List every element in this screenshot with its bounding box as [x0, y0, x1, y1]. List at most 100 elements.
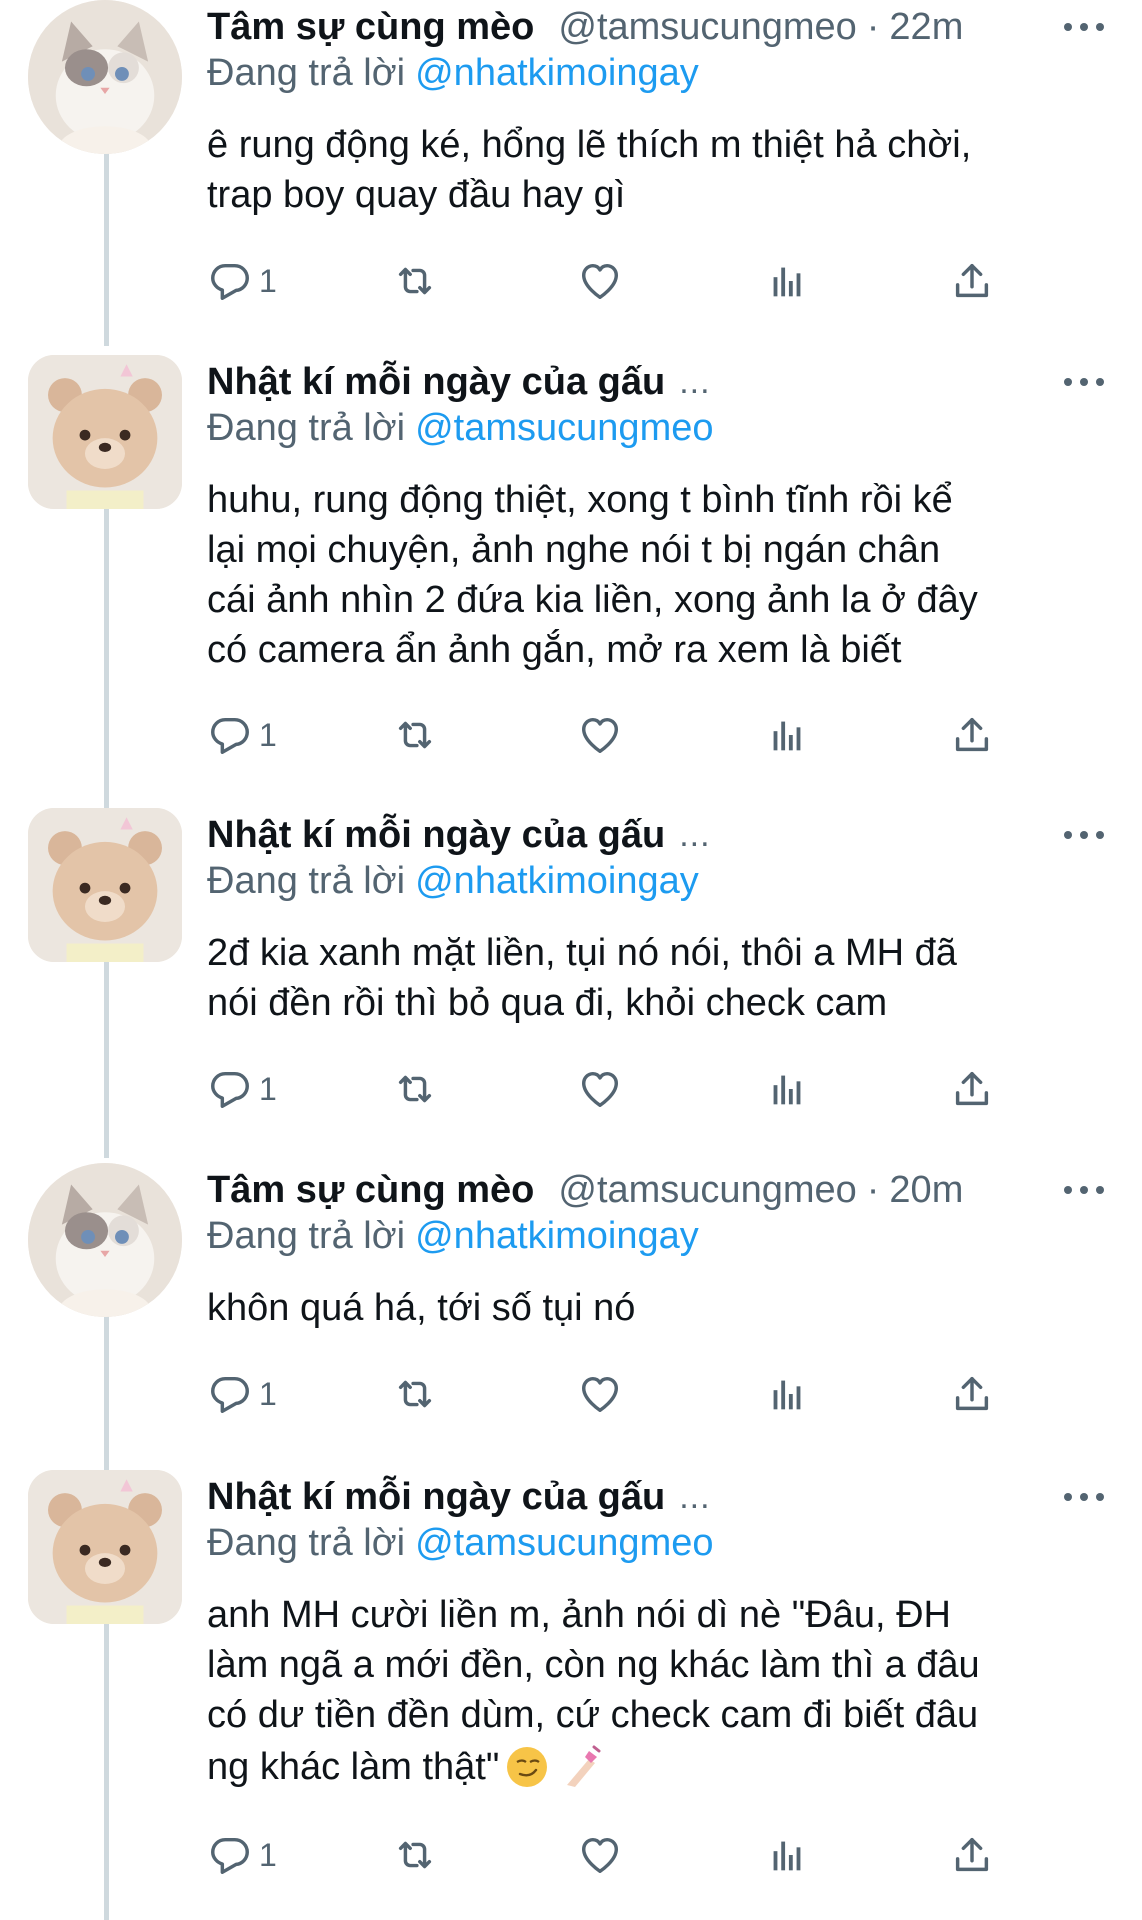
tweet-text-last-line: ng khác làm thật" — [207, 1740, 1107, 1794]
reply-icon — [207, 712, 253, 758]
views-button[interactable] — [764, 710, 810, 760]
more-options-button[interactable] — [1064, 1177, 1104, 1203]
tweet-text-line: ê rung động ké, hổng lẽ thích m thiệt hả… — [207, 124, 972, 166]
avatar[interactable] — [28, 355, 182, 509]
views-button[interactable] — [764, 1369, 810, 1419]
reply-button[interactable]: 1 — [207, 1830, 277, 1880]
thread-line — [104, 150, 109, 346]
author-name[interactable]: Nhật kí mỗi ngày của gấu — [207, 814, 665, 857]
nail-polish-emoji-icon — [561, 1745, 601, 1789]
thread-line — [104, 962, 109, 1158]
separator-dot: · — [866, 1168, 880, 1211]
reply-to-link[interactable]: @tamsucungmeo — [415, 407, 713, 449]
reply-icon — [207, 1832, 253, 1878]
reply-icon — [207, 1066, 253, 1112]
retweet-button[interactable] — [392, 256, 438, 306]
tweet-text-line: cái ảnh nhìn 2 đứa kia liền, xong ảnh la… — [207, 579, 978, 621]
views-button[interactable] — [764, 256, 810, 306]
reply-context: Đang trả lời @tamsucungmeo — [207, 1522, 714, 1565]
tweet-text: ê rung động ké, hổng lẽ thích m thiệt hả… — [207, 120, 1107, 220]
avatar[interactable] — [28, 1163, 182, 1317]
reply-label: Đang trả lời — [207, 407, 406, 449]
more-options-button[interactable] — [1064, 822, 1104, 848]
more-options-button[interactable] — [1064, 369, 1104, 395]
like-button[interactable] — [577, 1064, 623, 1114]
timestamp[interactable]: 22m — [889, 6, 963, 49]
share-icon — [949, 258, 995, 304]
thread-line — [104, 508, 109, 808]
author-handle[interactable]: @tamsucungmeo — [558, 6, 856, 49]
reply-context: Đang trả lời @tamsucungmeo — [207, 407, 714, 450]
tweet-text-line: lại mọi chuyện, ảnh nghe nói t bị ngán c… — [207, 529, 941, 571]
like-button[interactable] — [577, 256, 623, 306]
views-button[interactable] — [764, 1830, 810, 1880]
avatar[interactable] — [28, 1470, 182, 1624]
bear-avatar-icon — [28, 1470, 182, 1624]
retweet-icon — [392, 1066, 438, 1112]
retweet-button[interactable] — [392, 710, 438, 760]
reply-context: Đang trả lời @nhatkimoingay — [207, 1215, 699, 1258]
retweet-button[interactable] — [392, 1830, 438, 1880]
name-ellipsis: ... — [679, 1477, 711, 1516]
author-name[interactable]: Tâm sự cùng mèo — [207, 6, 534, 49]
tweet-actions: 1 — [207, 710, 1027, 760]
cat-avatar-icon — [28, 0, 182, 154]
like-button[interactable] — [577, 710, 623, 760]
tweet-text-line: ng khác làm thật" — [207, 1746, 500, 1788]
share-button[interactable] — [949, 1369, 995, 1419]
reply-to-link[interactable]: @nhatkimoingay — [415, 1215, 699, 1257]
tweet-actions: 1 — [207, 256, 1027, 306]
author-name[interactable]: Nhật kí mỗi ngày của gấu — [207, 361, 665, 404]
views-icon — [764, 1066, 810, 1112]
tweet-text-line: làm ngã a mới đền, còn ng khác làm thì a… — [207, 1644, 980, 1686]
reply-button[interactable]: 1 — [207, 1064, 277, 1114]
reply-count: 1 — [259, 1375, 277, 1412]
reply-to-link[interactable]: @tamsucungmeo — [415, 1522, 713, 1564]
share-icon — [949, 712, 995, 758]
more-options-button[interactable] — [1064, 14, 1104, 40]
views-button[interactable] — [764, 1064, 810, 1114]
more-options-button[interactable] — [1064, 1484, 1104, 1510]
like-icon — [577, 258, 623, 304]
tweet-text-line: anh MH cười liền m, ảnh nói dì nè "Đâu, … — [207, 1594, 951, 1636]
more-icon — [1064, 831, 1072, 839]
retweet-icon — [392, 1371, 438, 1417]
reply-count: 1 — [259, 1070, 277, 1107]
avatar[interactable] — [28, 0, 182, 154]
reply-count: 1 — [259, 1836, 277, 1873]
tweet-text-line: huhu, rung động thiệt, xong t bình tĩnh … — [207, 479, 953, 521]
reply-button[interactable]: 1 — [207, 256, 277, 306]
reply-count: 1 — [259, 262, 277, 299]
tweet-text-line: trap boy quay đầu hay gì — [207, 174, 626, 216]
share-button[interactable] — [949, 1064, 995, 1114]
retweet-button[interactable] — [392, 1369, 438, 1419]
author-name[interactable]: Nhật kí mỗi ngày của gấu — [207, 1476, 665, 1519]
reply-icon — [207, 258, 253, 304]
tweet-header: Tâm sự cùng mèo @tamsucungmeo · 22m — [207, 2, 1102, 52]
author-handle[interactable]: @tamsucungmeo — [558, 1169, 856, 1212]
more-icon — [1064, 1493, 1072, 1501]
views-icon — [764, 1371, 810, 1417]
avatar[interactable] — [28, 808, 182, 962]
timestamp[interactable]: 20m — [889, 1169, 963, 1212]
bear-avatar-icon — [28, 808, 182, 962]
like-button[interactable] — [577, 1830, 623, 1880]
tweet-text-line: nói đền rồi thì bỏ qua đi, khỏi check ca… — [207, 982, 888, 1024]
tweet-actions: 1 — [207, 1369, 1027, 1419]
share-button[interactable] — [949, 256, 995, 306]
more-icon — [1064, 378, 1072, 386]
reply-button[interactable]: 1 — [207, 1369, 277, 1419]
reply-to-link[interactable]: @nhatkimoingay — [415, 860, 699, 902]
views-icon — [764, 258, 810, 304]
retweet-button[interactable] — [392, 1064, 438, 1114]
reply-button[interactable]: 1 — [207, 710, 277, 760]
tweet-text: huhu, rung động thiệt, xong t bình tĩnh … — [207, 475, 1107, 675]
separator-dot: · — [866, 5, 880, 48]
like-button[interactable] — [577, 1369, 623, 1419]
reply-to-link[interactable]: @nhatkimoingay — [415, 52, 699, 94]
share-button[interactable] — [949, 1830, 995, 1880]
author-name[interactable]: Tâm sự cùng mèo — [207, 1169, 534, 1212]
tweet-text: 2đ kia xanh mặt liền, tụi nó nói, thôi a… — [207, 928, 1107, 1028]
share-button[interactable] — [949, 710, 995, 760]
share-icon — [949, 1371, 995, 1417]
